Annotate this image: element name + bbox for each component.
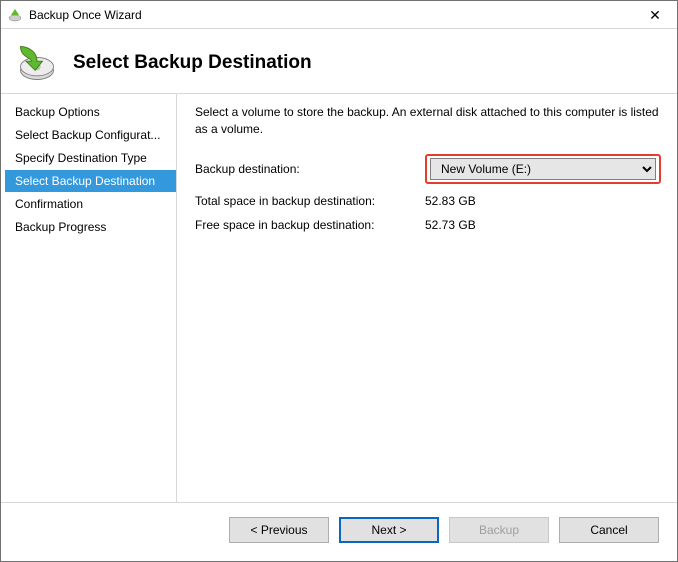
body: Backup Options Select Backup Configurat.… xyxy=(1,94,677,502)
titlebar: Backup Once Wizard ✕ xyxy=(1,1,677,29)
wizard-header: Select Backup Destination xyxy=(1,29,677,93)
close-button[interactable]: ✕ xyxy=(633,1,677,29)
step-select-destination[interactable]: Select Backup Destination xyxy=(5,170,176,192)
backup-wizard-icon xyxy=(15,41,59,85)
page-title: Select Backup Destination xyxy=(73,52,312,74)
backup-button: Backup xyxy=(449,517,549,543)
free-space-label: Free space in backup destination: xyxy=(195,218,425,232)
step-progress[interactable]: Backup Progress xyxy=(5,216,176,238)
previous-button[interactable]: < Previous xyxy=(229,517,329,543)
destination-select[interactable]: New Volume (E:) xyxy=(430,158,656,180)
row-total-space: Total space in backup destination: 52.83… xyxy=(195,194,661,208)
total-space-value: 52.83 GB xyxy=(425,194,476,208)
wizard-window: Backup Once Wizard ✕ Select Backup Desti… xyxy=(0,0,678,562)
total-space-label: Total space in backup destination: xyxy=(195,194,425,208)
window-title: Backup Once Wizard xyxy=(29,8,142,22)
free-space-value: 52.73 GB xyxy=(425,218,476,232)
close-icon: ✕ xyxy=(649,8,661,22)
step-backup-options[interactable]: Backup Options xyxy=(5,101,176,123)
destination-label: Backup destination: xyxy=(195,162,425,176)
cancel-button[interactable]: Cancel xyxy=(559,517,659,543)
next-button[interactable]: Next > xyxy=(339,517,439,543)
step-destination-type[interactable]: Specify Destination Type xyxy=(5,147,176,169)
wizard-footer: < Previous Next > Backup Cancel xyxy=(1,503,677,561)
title-group: Backup Once Wizard xyxy=(7,7,142,23)
app-icon xyxy=(7,7,23,23)
row-free-space: Free space in backup destination: 52.73 … xyxy=(195,218,661,232)
step-confirmation[interactable]: Confirmation xyxy=(5,193,176,215)
wizard-content: Select a volume to store the backup. An … xyxy=(177,94,677,502)
step-select-config[interactable]: Select Backup Configurat... xyxy=(5,124,176,146)
row-destination: Backup destination: New Volume (E:) xyxy=(195,154,661,184)
instruction-text: Select a volume to store the backup. An … xyxy=(195,104,661,138)
destination-highlight: New Volume (E:) xyxy=(425,154,661,184)
wizard-sidebar: Backup Options Select Backup Configurat.… xyxy=(5,94,177,502)
